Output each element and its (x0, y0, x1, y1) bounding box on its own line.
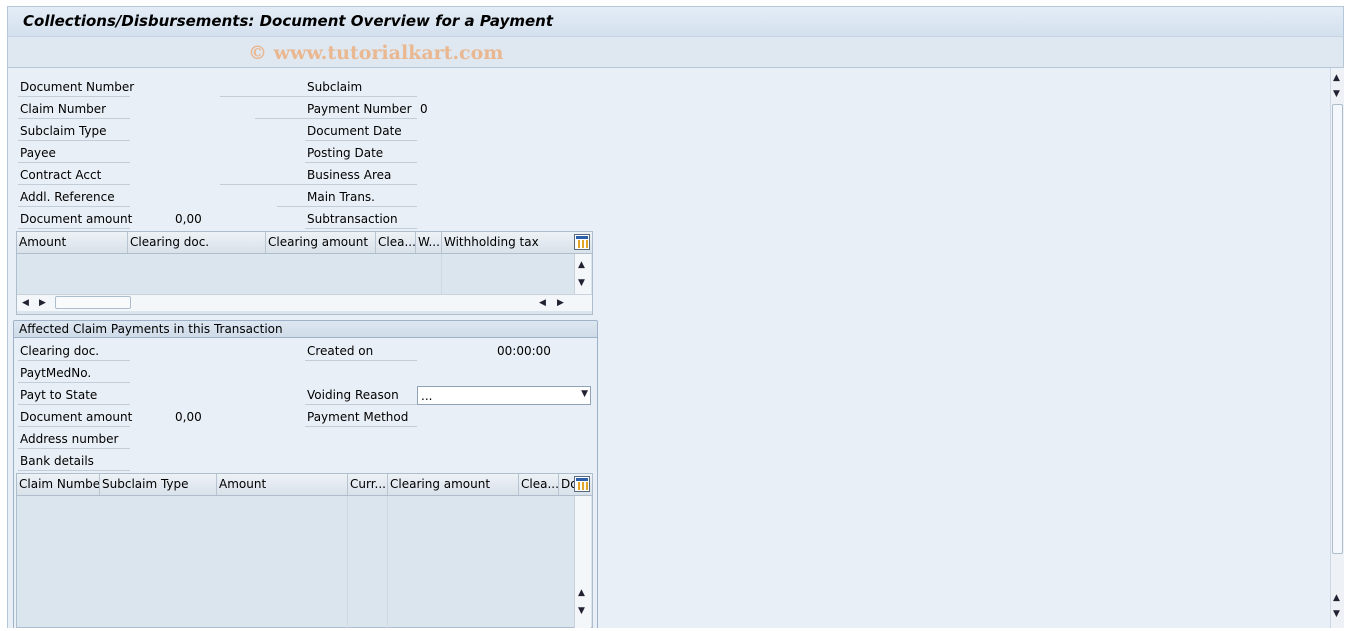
payment-number-label: Payment Number (305, 100, 417, 119)
payee-label: Payee (18, 144, 130, 163)
table-settings-icon[interactable] (574, 476, 590, 492)
hscroll-thumb[interactable] (55, 296, 131, 309)
subtransaction-label: Subtransaction (305, 210, 417, 229)
payment-number-value: 0 (420, 102, 428, 116)
clearing-table-header: Amount Clearing doc. Clearing amount Cle… (17, 232, 592, 254)
main-content: Document Number Claim Number Subclaim Ty… (7, 68, 1330, 628)
claims-table-header: Claim Number Subclaim Type Amount Curr..… (17, 474, 592, 496)
document-number-label: Document Number (18, 78, 134, 97)
contract-acct-label: Contract Acct (18, 166, 130, 185)
document-amount-label-2: Document amount (18, 408, 132, 427)
business-area-label: Business Area (305, 166, 417, 185)
subclaim-label: Subclaim (305, 78, 417, 97)
claim-number-label: Claim Number (18, 100, 130, 119)
column-header-currency[interactable]: Curr... (348, 474, 388, 495)
scroll-right-icon[interactable]: ▶ (39, 298, 46, 308)
claim-number-field[interactable] (255, 118, 305, 119)
voiding-reason-label: Voiding Reason (305, 386, 417, 405)
group-title: Affected Claim Payments in this Transact… (14, 321, 597, 338)
scroll-down-icon[interactable]: ▼ (578, 606, 585, 616)
application-toolbar: © www.tutorialkart.com (7, 36, 1344, 68)
page-title: Collections/Disbursements: Document Over… (23, 12, 553, 30)
scroll-up-icon[interactable]: ▲ (578, 588, 585, 598)
scroll-up-icon[interactable]: ▲ (1333, 73, 1340, 83)
column-header-w[interactable]: W... (416, 232, 442, 253)
scroll-down-icon[interactable]: ▼ (1333, 609, 1340, 619)
column-header-do[interactable]: Do (559, 474, 575, 495)
scroll-left-icon[interactable]: ◀ (539, 298, 546, 308)
payment-method-label: Payment Method (305, 408, 417, 427)
page-vscroll[interactable]: ▲ ▼ ▲ ▼ (1330, 68, 1344, 628)
paytmedno-label: PaytMedNo. (18, 364, 130, 383)
scroll-down-icon[interactable]: ▼ (578, 278, 585, 288)
column-header-subclaim-type[interactable]: Subclaim Type (100, 474, 217, 495)
main-trans-label: Main Trans. (305, 188, 417, 207)
clearing-table-hscroll[interactable]: ◀ ▶ ◀ ▶ (17, 294, 592, 311)
scroll-up-icon[interactable]: ▲ (1333, 593, 1340, 603)
created-on-time: 00:00:00 (497, 344, 551, 358)
document-amount-label: Document amount (18, 210, 132, 229)
column-header-claim-number[interactable]: Claim Number (17, 474, 100, 495)
document-amount-value-2: 0,00 (175, 410, 202, 424)
scroll-right-icon[interactable]: ▶ (557, 298, 564, 308)
clearing-table[interactable]: Amount Clearing doc. Clearing amount Cle… (16, 231, 593, 315)
bank-details-label: Bank details (18, 452, 130, 471)
contract-acct-field[interactable] (220, 184, 305, 185)
column-header-clearing-amount-2[interactable]: Clearing amount (388, 474, 519, 495)
column-header-clearing-doc[interactable]: Clearing doc. (128, 232, 266, 253)
title-bar: Collections/Disbursements: Document Over… (7, 6, 1344, 36)
clearing-table-vscroll[interactable]: ▲ ▼ (574, 254, 591, 294)
watermark: © www.tutorialkart.com (248, 42, 504, 64)
created-on-label: Created on (305, 342, 417, 361)
document-amount-value: 0,00 (175, 212, 202, 226)
vscroll-thumb[interactable] (1332, 104, 1343, 554)
column-header-clearing-status[interactable]: Clea... (376, 232, 416, 253)
document-date-label: Document Date (305, 122, 417, 141)
scroll-left-icon[interactable]: ◀ (22, 298, 29, 308)
clearing-doc-label: Clearing doc. (18, 342, 130, 361)
document-number-field[interactable] (220, 96, 305, 97)
column-header-amount-2[interactable]: Amount (217, 474, 348, 495)
claims-table-vscroll[interactable]: ▲ ▼ (574, 496, 591, 628)
scroll-up-icon[interactable]: ▲ (578, 260, 585, 270)
subclaim-type-label: Subclaim Type (18, 122, 130, 141)
column-header-clearing-status-2[interactable]: Clea... (519, 474, 559, 495)
scroll-down-icon[interactable]: ▼ (1333, 89, 1340, 99)
posting-date-label: Posting Date (305, 144, 417, 163)
voiding-reason-dropdown[interactable]: ... ▼ (417, 386, 591, 405)
payt-to-state-label: Payt to State (18, 386, 130, 405)
claims-table[interactable]: Claim Number Subclaim Type Amount Curr..… (16, 473, 593, 628)
column-header-withholding-tax[interactable]: Withholding tax (442, 232, 572, 253)
addl-reference-label: Addl. Reference (18, 188, 130, 207)
chevron-down-icon[interactable]: ▼ (581, 389, 588, 399)
addl-reference-field[interactable] (277, 206, 305, 207)
voiding-reason-value: ... (421, 389, 433, 403)
column-header-amount[interactable]: Amount (17, 232, 128, 253)
column-header-clearing-amount[interactable]: Clearing amount (266, 232, 376, 253)
table-settings-icon[interactable] (574, 234, 590, 250)
address-number-label: Address number (18, 430, 130, 449)
